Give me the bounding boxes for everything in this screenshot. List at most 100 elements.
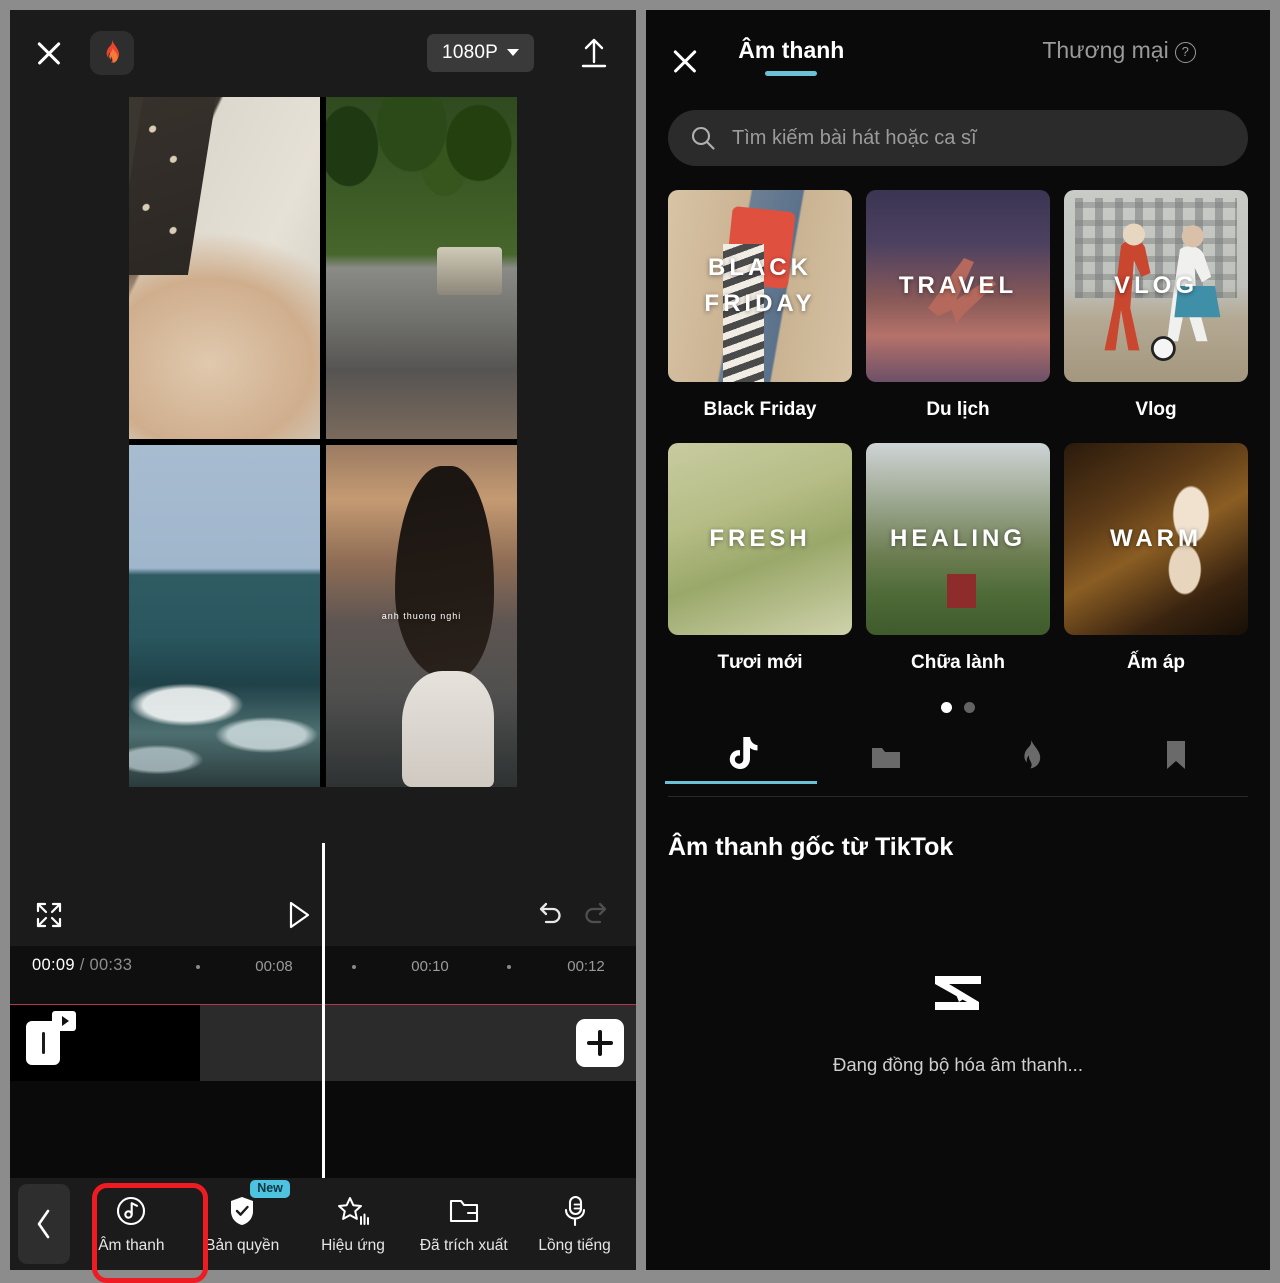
category-art-text: VLOG — [1114, 268, 1198, 304]
category-thumbnail: HEALING — [866, 443, 1050, 635]
timecode: 00:09 / 00:33 — [32, 956, 132, 975]
source-tab-saved[interactable] — [1103, 739, 1248, 783]
folder-icon — [869, 743, 903, 773]
ruler-tick-2: 00:12 — [567, 958, 605, 975]
ruler-tick-1: 00:10 — [411, 958, 449, 975]
flame-icon — [1017, 739, 1045, 773]
preview-cell-girl: anh thuong nghi — [326, 445, 517, 787]
preview-collage: anh thuong nghi — [129, 97, 517, 787]
toolbar-item-ban-quyen[interactable]: New Bản quyền — [190, 1194, 294, 1255]
chevron-down-icon — [507, 49, 519, 56]
current-time: 00:09 — [32, 956, 75, 974]
carousel-dot-1[interactable] — [941, 702, 952, 713]
category-thumbnail: VLOG — [1064, 190, 1248, 382]
source-tabs — [668, 735, 1248, 797]
toolbar-item-hieu-ung[interactable]: Hiệu ứng — [301, 1194, 405, 1255]
category-thumbnail: BLACKFRIDAY — [668, 190, 852, 382]
category-card-chua-lanh[interactable]: HEALING Chữa lành — [866, 443, 1050, 674]
search-input[interactable]: Tìm kiếm bài hát hoặc ca sĩ — [732, 127, 977, 150]
category-card-vlog[interactable]: VLOG Vlog — [1064, 190, 1248, 421]
expand-icon[interactable] — [34, 900, 64, 930]
carousel-dot-2[interactable] — [964, 702, 975, 713]
editor-topbar: 1080P — [10, 10, 636, 95]
close-icon[interactable] — [32, 36, 66, 70]
audio-panel: Âm thanh Thương mại? Tìm kiếm bài hát ho… — [646, 10, 1270, 1270]
category-art-text: HEALING — [890, 521, 1026, 557]
tab-label: Thương mại — [1042, 37, 1168, 63]
source-tab-tiktok[interactable] — [668, 735, 813, 783]
search-bar[interactable]: Tìm kiếm bài hát hoặc ca sĩ — [668, 110, 1248, 166]
flame-icon[interactable] — [90, 31, 134, 75]
export-button[interactable] — [574, 33, 614, 73]
time-separator: / — [80, 956, 85, 974]
app-screen: 1080P — [0, 0, 1280, 1280]
audio-panel-close-icon[interactable] — [668, 44, 702, 78]
ruler-dot-1 — [196, 965, 200, 969]
star-effect-icon — [336, 1194, 370, 1228]
help-icon[interactable]: ? — [1175, 42, 1196, 63]
preview-cell-street — [326, 97, 517, 439]
clip-trim-handle[interactable] — [26, 1021, 60, 1065]
category-art-text: TRAVEL — [899, 268, 1017, 304]
undo-icon[interactable] — [534, 900, 564, 930]
track-empty-area[interactable] — [200, 1005, 636, 1081]
tab-am-thanh[interactable]: Âm thanh — [738, 37, 844, 76]
empty-state-message: Đang đồng bộ hóa âm thanh... — [833, 1054, 1083, 1076]
audio-panel-tabs: Âm thanh Thương mại? — [686, 37, 1248, 76]
tab-label: Âm thanh — [738, 37, 844, 63]
source-tab-folder[interactable] — [813, 743, 958, 783]
preview-cell-cat — [129, 97, 320, 439]
capcut-logo-icon — [925, 970, 991, 1026]
shield-check-icon — [227, 1194, 257, 1228]
empty-state: Đang đồng bộ hóa âm thanh... — [646, 970, 1270, 1076]
bookmark-icon — [1162, 739, 1190, 773]
redo-icon[interactable] — [582, 900, 612, 930]
sea-clip-art — [129, 445, 320, 787]
toolbar-item-da-trich-xuat[interactable]: Đã trích xuất — [412, 1194, 516, 1255]
new-badge: New — [250, 1180, 290, 1199]
carousel-indicator — [646, 702, 1270, 713]
search-icon — [690, 125, 716, 151]
category-art-text: FRESH — [709, 521, 810, 557]
street-clip-art — [326, 97, 517, 439]
resolution-selector[interactable]: 1080P — [427, 34, 534, 72]
toolbar-item-long-tieng[interactable]: Lồng tiếng — [523, 1194, 627, 1255]
category-label: Du lịch — [926, 399, 989, 421]
toolbar-item-am-thanh[interactable]: Âm thanh — [79, 1194, 183, 1255]
category-label: Black Friday — [704, 399, 817, 421]
preview-cell-sea — [129, 445, 320, 787]
source-tab-trending[interactable] — [958, 739, 1103, 783]
toolbar-item-label: Âm thanh — [98, 1237, 164, 1255]
video-preview[interactable]: anh thuong nghi — [10, 95, 636, 884]
timeline-playhead[interactable] — [322, 843, 325, 1178]
toolbar-items: Âm thanh New Bản quyền — [70, 1194, 636, 1255]
toolbar-back-button[interactable] — [18, 1184, 70, 1264]
video-clip[interactable] — [10, 1005, 200, 1081]
category-card-du-lich[interactable]: TRAVEL Du lịch — [866, 190, 1050, 421]
category-card-am-ap[interactable]: WARM Ấm áp — [1064, 443, 1248, 674]
toolbar-item-label: Lồng tiếng — [538, 1237, 610, 1255]
tiktok-icon — [724, 735, 758, 773]
section-title: Âm thanh gốc từ TikTok — [668, 833, 1248, 862]
folder-extract-icon — [448, 1194, 480, 1228]
category-card-black-friday[interactable]: BLACKFRIDAY Black Friday — [668, 190, 852, 421]
category-art-text: BLACKFRIDAY — [704, 250, 815, 322]
ruler-tick-0: 00:08 — [255, 958, 293, 975]
toolbar-item-label: Đã trích xuất — [420, 1237, 508, 1255]
tab-thuong-mai[interactable]: Thương mại? — [1042, 37, 1195, 76]
add-clip-button[interactable] — [576, 1019, 624, 1067]
microphone-icon — [561, 1194, 589, 1228]
category-card-tuoi-moi[interactable]: FRESH Tươi mới — [668, 443, 852, 674]
play-button[interactable] — [64, 899, 534, 931]
ruler-dot-3 — [507, 965, 511, 969]
total-time: 00:33 — [89, 956, 132, 974]
resolution-value: 1080P — [442, 42, 498, 64]
category-label: Vlog — [1135, 399, 1176, 421]
audio-panel-header: Âm thanh Thương mại? — [646, 10, 1270, 102]
category-label: Ấm áp — [1127, 652, 1185, 674]
editor-bottom-toolbar: Âm thanh New Bản quyền — [10, 1178, 636, 1270]
toolbar-item-label: Bản quyền — [205, 1237, 279, 1255]
category-label: Tươi mới — [717, 652, 802, 674]
category-thumbnail: WARM — [1064, 443, 1248, 635]
preview-caption-3: anh thuong nghi — [382, 611, 462, 621]
